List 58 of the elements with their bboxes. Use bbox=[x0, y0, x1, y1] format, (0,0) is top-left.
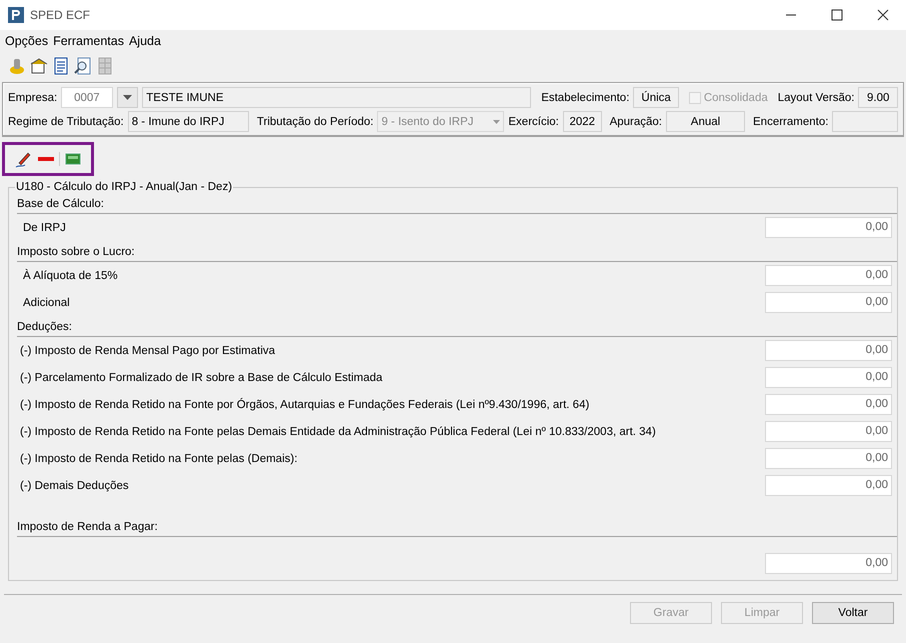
amount-field[interactable]: 0,00 bbox=[765, 292, 892, 313]
amount-field[interactable]: 0,00 bbox=[765, 421, 892, 442]
closing-field bbox=[832, 111, 898, 132]
field-label: Encerramento: bbox=[753, 116, 828, 128]
document-icon[interactable] bbox=[52, 57, 70, 75]
field-label: Layout Versão: bbox=[778, 92, 854, 104]
regime-field: 8 - Imune do IRPJ bbox=[128, 111, 249, 132]
caret-icon bbox=[122, 95, 132, 100]
dropdown-button[interactable] bbox=[116, 87, 138, 108]
group-title: U180 - Cálculo do IRPJ - Anual(Jan - Dez) bbox=[15, 181, 234, 193]
company-name-field: TESTE IMUNE bbox=[142, 87, 532, 108]
section-heading: Base de Cálculo: bbox=[17, 198, 897, 214]
checkbox-label: Consolidada bbox=[704, 92, 768, 104]
section-heading: Imposto sobre o Lucro: bbox=[17, 246, 897, 262]
close-icon[interactable] bbox=[877, 9, 889, 21]
field-label: Exercício: bbox=[508, 116, 559, 128]
establishment-field: Única bbox=[633, 87, 679, 108]
row-label: (-) Demais Deduções bbox=[19, 480, 129, 492]
field-label: Apuração: bbox=[610, 116, 662, 128]
maximize-icon[interactable] bbox=[831, 9, 843, 21]
section-heading: Deduções: bbox=[17, 321, 897, 337]
screen-icon[interactable] bbox=[65, 152, 81, 166]
action-button[interactable]: Voltar bbox=[812, 602, 894, 624]
row-label: (-) Imposto de Renda Retido na Fonte pelas Demais Entidade da Administração Pública Federal (Lei nº 10.833/2003, art. 34) bbox=[19, 426, 656, 438]
menu-item[interactable]: Ferramentas bbox=[53, 34, 124, 48]
assessment-field: Anual bbox=[666, 111, 745, 132]
minus-icon[interactable] bbox=[38, 156, 54, 162]
menu-item[interactable]: Ajuda bbox=[128, 34, 161, 48]
search-document-icon[interactable] bbox=[74, 57, 92, 75]
house-icon[interactable] bbox=[30, 57, 48, 75]
field-label: Empresa: bbox=[8, 92, 58, 104]
pencil-icon[interactable] bbox=[15, 150, 33, 168]
amount-field[interactable]: 0,00 bbox=[765, 367, 892, 388]
menu-item[interactable]: Opções bbox=[5, 34, 48, 48]
field-label: Estabelecimento: bbox=[541, 92, 630, 104]
row-label: (-) Imposto de Renda Retido na Fonte por Órgãos, Autarquias e Fundações Federais (Lei nº9.430/1996, art. 64) bbox=[19, 398, 590, 410]
company-code-field[interactable]: 0007 bbox=[61, 87, 113, 108]
row-label: À Alíquota de 15% bbox=[22, 270, 118, 282]
section-heading: Imposto de Renda a Pagar: bbox=[17, 521, 897, 537]
caret-icon bbox=[493, 120, 500, 124]
row-label: (-) Imposto de Renda Retido na Fonte pelas (Demais): bbox=[19, 452, 298, 464]
row-label: Adicional bbox=[22, 296, 70, 308]
row-label: (-) Imposto de Renda Mensal Pago por Estimativa bbox=[19, 344, 276, 356]
app-logo-icon bbox=[8, 7, 24, 23]
window-title: SPED ECF bbox=[30, 8, 90, 22]
row-label: (-) Parcelamento Formalizado de IR sobre a Base de Cálculo Estimada bbox=[19, 372, 382, 384]
field-label: Tributação do Período: bbox=[256, 116, 374, 128]
amount-field[interactable]: 0,00 bbox=[765, 265, 892, 286]
year-field: 2022 bbox=[562, 111, 602, 132]
row-label: De IRPJ bbox=[22, 222, 66, 234]
amount-field[interactable]: 0,00 bbox=[765, 475, 892, 496]
amount-field[interactable]: 0,00 bbox=[765, 340, 892, 361]
field-label: Regime de Tributação: bbox=[8, 116, 124, 128]
amount-field[interactable]: 0,00 bbox=[765, 217, 892, 238]
layout-version-field: 9.00 bbox=[858, 87, 898, 108]
amount-field[interactable]: 0,00 bbox=[765, 448, 892, 469]
amount-field[interactable]: 0,00 bbox=[765, 553, 892, 574]
amount-field[interactable]: 0,00 bbox=[765, 394, 892, 415]
